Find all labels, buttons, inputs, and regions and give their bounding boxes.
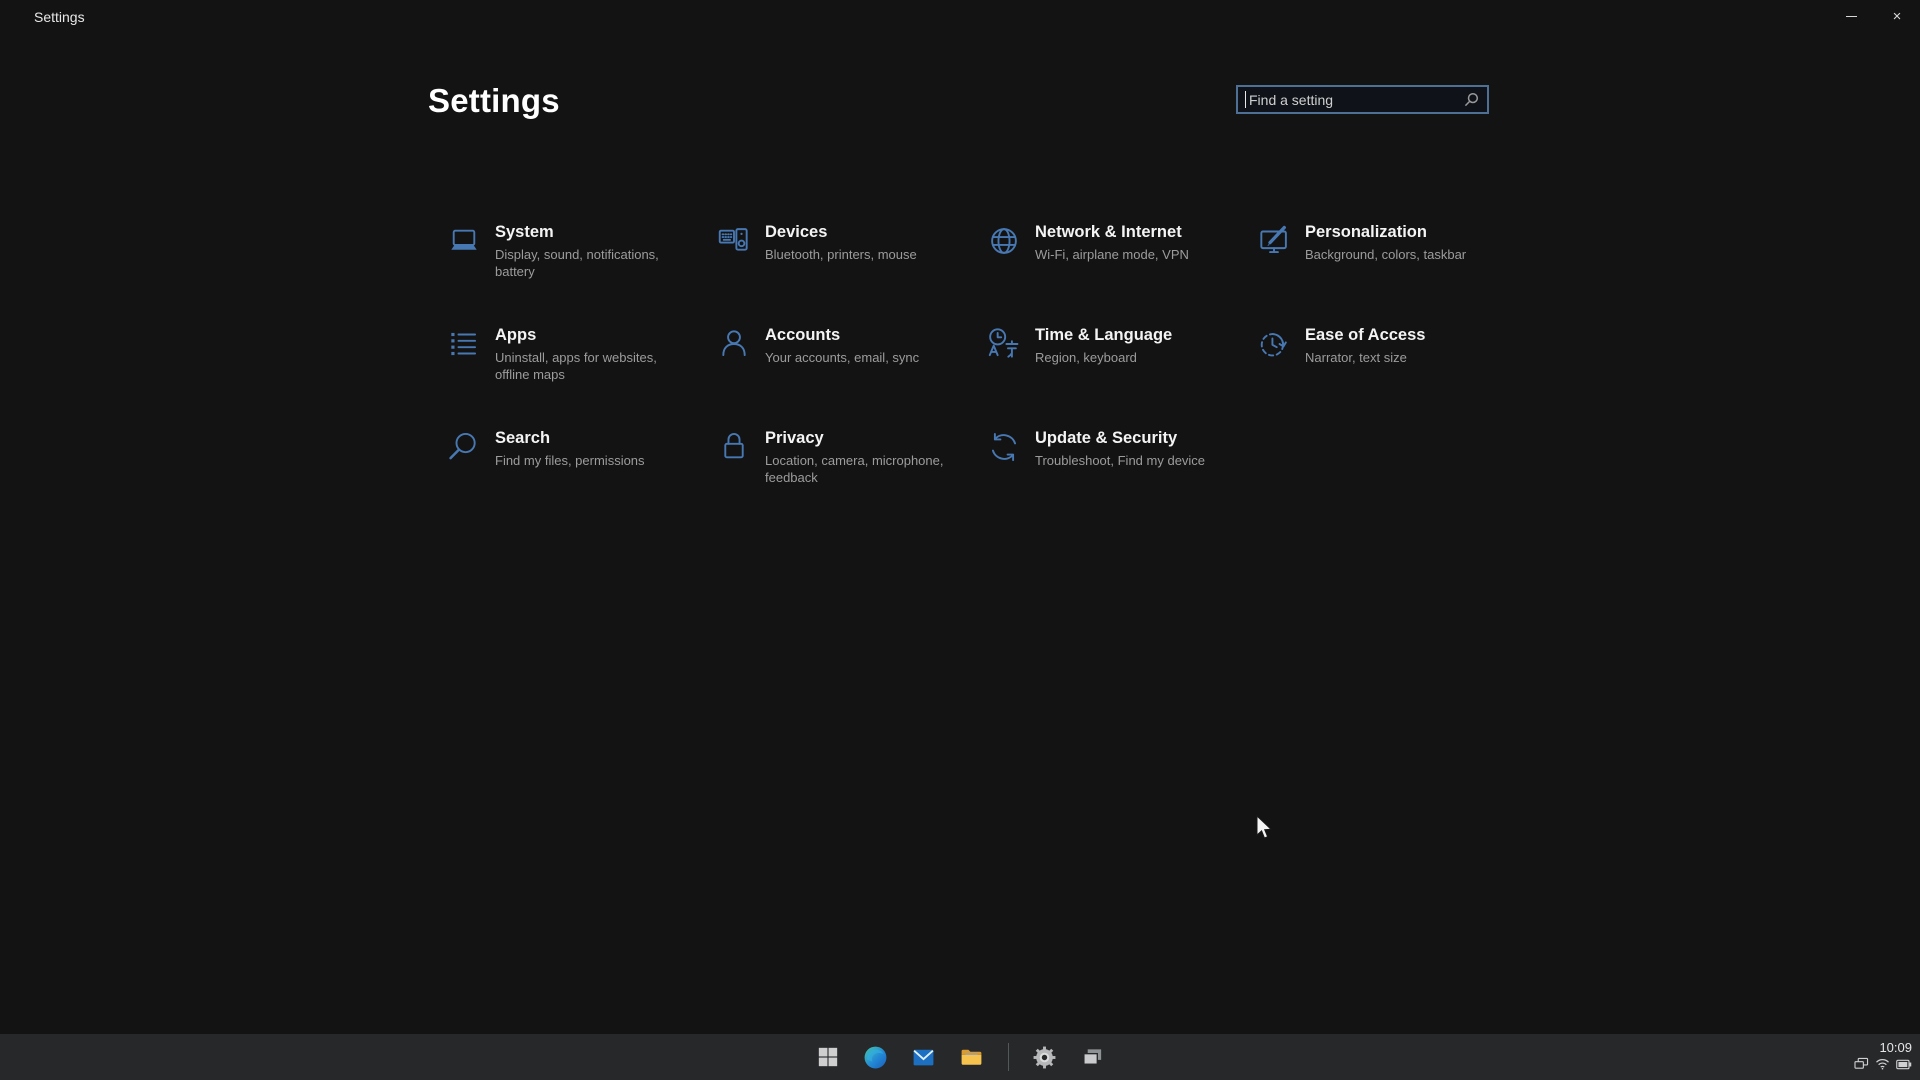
category-ease-of-access[interactable]: Ease of Access Narrator, text size bbox=[1255, 325, 1525, 428]
person-icon bbox=[715, 325, 753, 363]
settings-grid: System Display, sound, notifications, ba… bbox=[445, 222, 1525, 531]
category-devices[interactable]: Devices Bluetooth, printers, mouse bbox=[715, 222, 985, 325]
globe-icon bbox=[985, 222, 1023, 260]
titlebar: Settings × bbox=[0, 0, 1920, 40]
task-view-icon[interactable] bbox=[1080, 1044, 1106, 1070]
window-controls: × bbox=[1828, 0, 1920, 32]
category-update-security[interactable]: Update & Security Troubleshoot, Find my … bbox=[985, 428, 1255, 531]
close-icon: × bbox=[1893, 8, 1902, 25]
time-language-icon bbox=[985, 325, 1023, 363]
taskbar-separator bbox=[1008, 1043, 1009, 1071]
minimize-icon bbox=[1846, 16, 1857, 17]
category-network-internet[interactable]: Network & Internet Wi-Fi, airplane mode,… bbox=[985, 222, 1255, 325]
category-accounts[interactable]: Accounts Your accounts, email, sync bbox=[715, 325, 985, 428]
window-title: Settings bbox=[0, 0, 85, 25]
connected-devices-icon[interactable] bbox=[1854, 1057, 1869, 1075]
file-explorer-icon[interactable] bbox=[959, 1044, 985, 1070]
magnifier-icon[interactable] bbox=[1464, 92, 1479, 107]
devices-icon bbox=[715, 222, 753, 260]
edge-icon[interactable] bbox=[863, 1044, 889, 1070]
battery-icon[interactable] bbox=[1896, 1057, 1912, 1075]
ease-of-access-icon bbox=[1255, 325, 1293, 363]
personalization-icon bbox=[1255, 222, 1293, 260]
taskbar-icons bbox=[0, 1034, 1920, 1080]
page-title: Settings bbox=[428, 82, 560, 120]
category-time-language[interactable]: Time & Language Region, keyboard bbox=[985, 325, 1255, 428]
category-system[interactable]: System Display, sound, notifications, ba… bbox=[445, 222, 715, 325]
laptop-icon bbox=[445, 222, 483, 260]
lock-icon bbox=[715, 428, 753, 466]
taskbar: 10:09 bbox=[0, 1034, 1920, 1080]
close-button[interactable]: × bbox=[1874, 0, 1920, 32]
apps-list-icon bbox=[445, 325, 483, 363]
wifi-icon[interactable] bbox=[1875, 1057, 1890, 1075]
search-icon bbox=[445, 428, 483, 466]
category-apps[interactable]: Apps Uninstall, apps for websites, offli… bbox=[445, 325, 715, 428]
category-privacy[interactable]: Privacy Location, camera, microphone, fe… bbox=[715, 428, 985, 531]
mouse-cursor bbox=[1255, 815, 1274, 847]
search-input[interactable] bbox=[1246, 92, 1464, 108]
category-personalization[interactable]: Personalization Background, colors, task… bbox=[1255, 222, 1525, 325]
minimize-button[interactable] bbox=[1828, 0, 1874, 32]
settings-gear-icon[interactable] bbox=[1032, 1044, 1058, 1070]
clock[interactable]: 10:09 bbox=[1879, 1040, 1912, 1055]
tray-icons bbox=[1854, 1057, 1912, 1075]
update-icon bbox=[985, 428, 1023, 466]
category-search[interactable]: Search Find my files, permissions bbox=[445, 428, 715, 531]
start-icon[interactable] bbox=[815, 1044, 841, 1070]
search-box[interactable] bbox=[1236, 85, 1489, 114]
system-tray: 10:09 bbox=[1854, 1034, 1912, 1080]
mail-icon[interactable] bbox=[911, 1044, 937, 1070]
